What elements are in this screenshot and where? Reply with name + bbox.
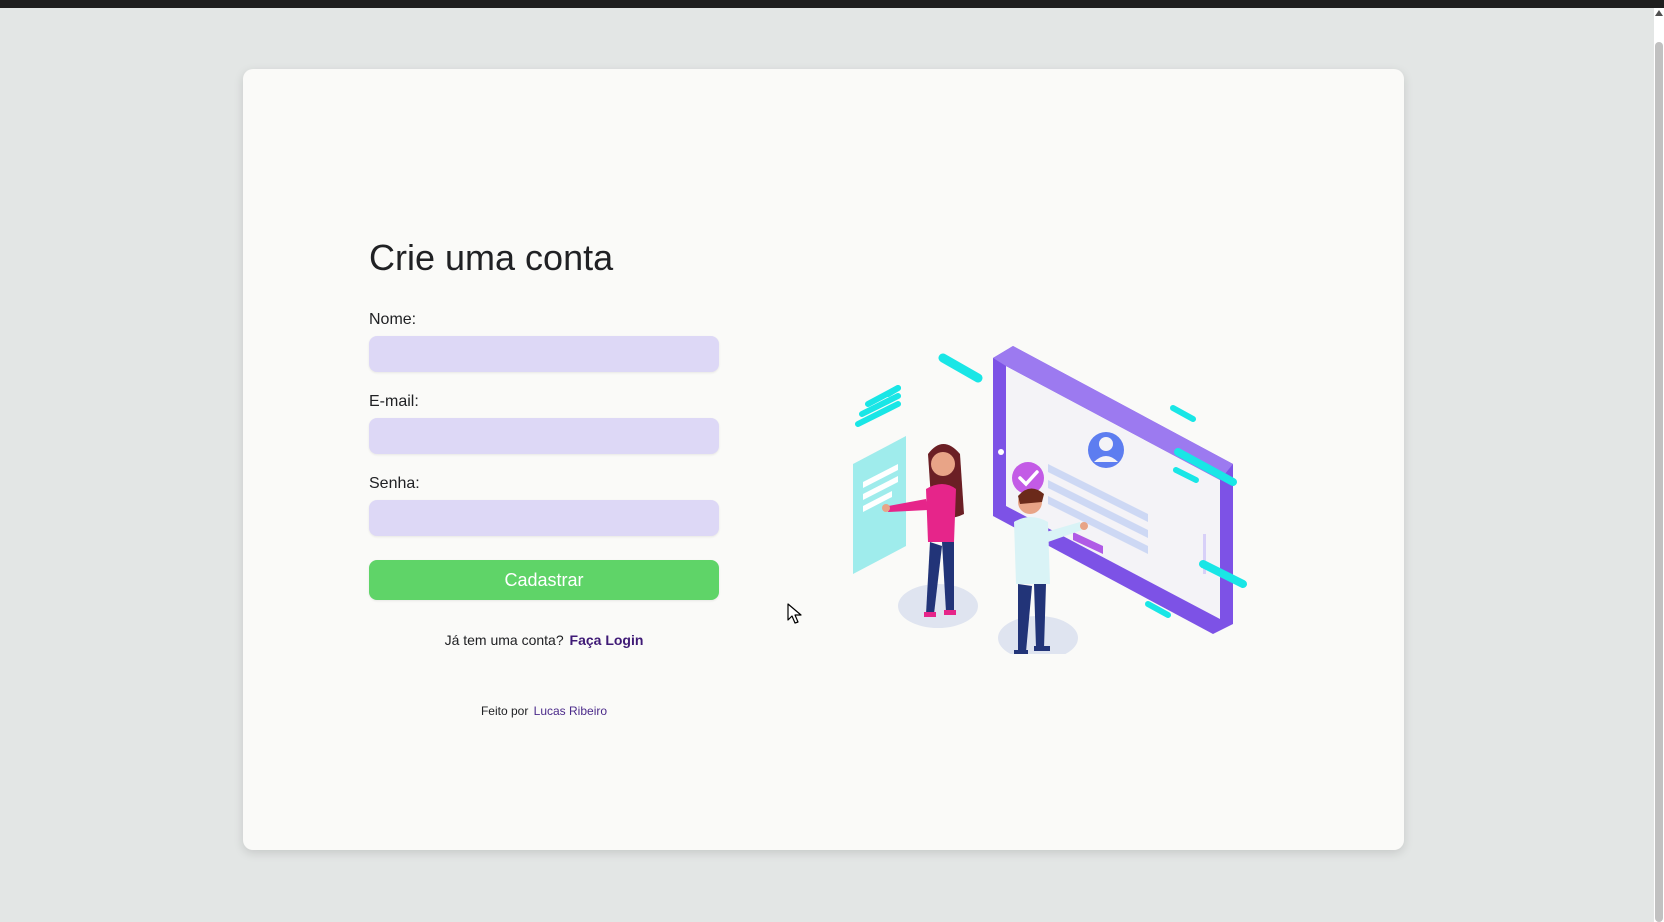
footer-credit: Feito por Lucas Ribeiro — [369, 704, 719, 718]
footer-prefix: Feito por — [480, 704, 529, 718]
mouse-cursor-icon — [787, 603, 802, 624]
register-button[interactable]: Cadastrar — [369, 560, 719, 600]
name-label: Nome: — [369, 311, 417, 328]
profile-avatar-icon — [1088, 432, 1124, 468]
scrollbar-thumb[interactable] — [1655, 42, 1663, 922]
signup-illustration-icon — [853, 346, 1247, 654]
signup-card: Crie uma conta Nome: E-mail: Senha: Cada… — [243, 69, 1404, 850]
email-input[interactable] — [369, 418, 719, 454]
login-prompt: Já tem uma conta? Faça Login — [369, 632, 719, 648]
email-label: E-mail: — [369, 393, 419, 410]
page-title: Crie uma conta — [369, 237, 614, 278]
password-label: Senha: — [369, 475, 420, 492]
password-input[interactable] — [369, 500, 719, 536]
name-input[interactable] — [369, 336, 719, 372]
floor-disc-left — [898, 584, 978, 628]
browser-top-bar — [0, 0, 1664, 8]
signup-form: Crie uma conta Nome: E-mail: Senha: Cada… — [369, 234, 719, 718]
scroll-up-arrow-icon[interactable] — [1655, 10, 1663, 16]
page-scrollbar[interactable] — [1654, 8, 1664, 922]
author-link[interactable]: Lucas Ribeiro — [534, 704, 607, 718]
login-link[interactable]: Faça Login — [570, 632, 644, 648]
login-prompt-text: Já tem uma conta? — [444, 632, 564, 648]
